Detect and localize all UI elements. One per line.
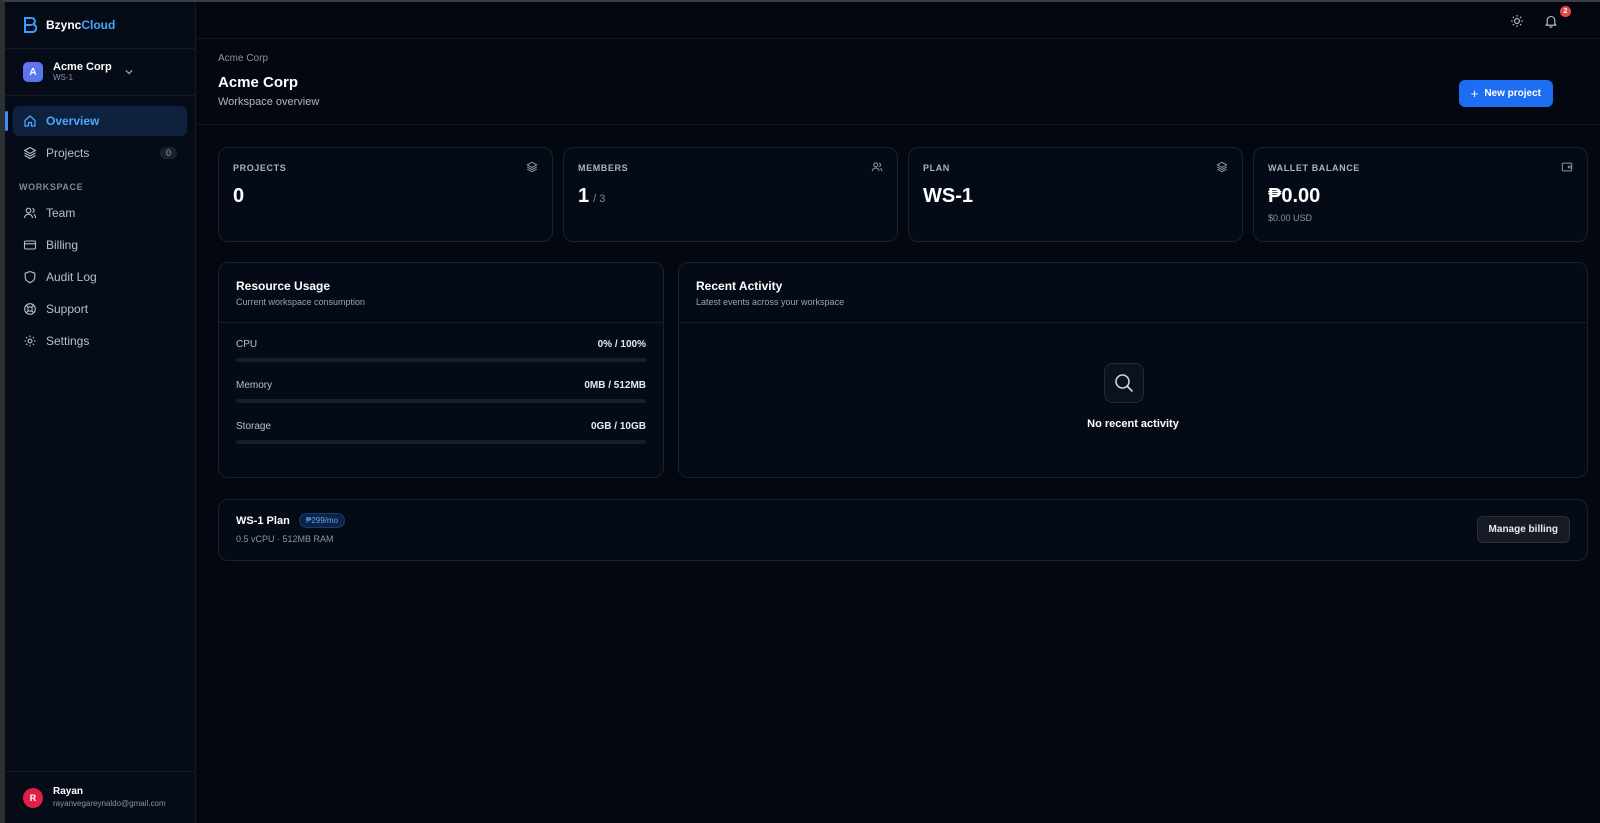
stat-label: PROJECTS bbox=[233, 163, 287, 173]
home-icon bbox=[24, 115, 36, 127]
stat-value: 1/ 3 bbox=[578, 185, 605, 208]
sidebar-item-audit-log[interactable]: Audit Log bbox=[13, 262, 187, 292]
usage-value: 0MB / 512MB bbox=[584, 380, 646, 391]
sidebar-item-projects[interactable]: Projects 0 bbox=[13, 138, 187, 168]
sidebar-item-label: Audit Log bbox=[46, 270, 97, 284]
topbar: 2 bbox=[196, 2, 1600, 39]
plus-icon: + bbox=[1470, 86, 1479, 101]
search-icon bbox=[1115, 374, 1133, 392]
price-badge: ₱299/mo bbox=[299, 513, 346, 528]
usage-value: 0% / 100% bbox=[597, 339, 646, 350]
brand-name-primary: Bzync bbox=[46, 18, 82, 32]
usage-bar bbox=[236, 440, 646, 444]
members-count: 1 bbox=[578, 185, 590, 207]
layers-icon bbox=[526, 161, 538, 173]
page-subtitle: Workspace overview bbox=[218, 96, 320, 108]
breadcrumb[interactable]: Acme Corp bbox=[218, 53, 268, 64]
sidebar-nav: Overview Projects 0 WORKSPACE Team Billi… bbox=[5, 96, 195, 356]
new-project-button[interactable]: + New project bbox=[1458, 80, 1553, 107]
stat-label: MEMBERS bbox=[578, 163, 629, 173]
gear-icon bbox=[24, 335, 36, 347]
usage-row-cpu: CPU 0% / 100% bbox=[236, 339, 646, 362]
stat-sub-value: $0.00 USD bbox=[1268, 213, 1313, 223]
usage-row-memory: Memory 0MB / 512MB bbox=[236, 380, 646, 403]
user-profile[interactable]: R Rayan rayanvegareynaldo@gmail.com bbox=[5, 771, 195, 823]
panel-title: Resource Usage bbox=[236, 279, 331, 293]
page-header: Acme Corp Acme Corp Workspace overview +… bbox=[196, 39, 1600, 125]
user-name: Rayan bbox=[53, 786, 84, 797]
stat-label: PLAN bbox=[923, 163, 950, 173]
workspace-switcher[interactable]: A Acme Corp WS-1 bbox=[5, 49, 195, 96]
stat-card-projects: PROJECTS 0 bbox=[218, 147, 553, 242]
avatar: R bbox=[23, 787, 43, 808]
sun-icon[interactable] bbox=[1510, 14, 1524, 28]
users-icon bbox=[23, 207, 37, 219]
empty-state-text: No recent activity bbox=[1087, 418, 1179, 430]
plan-specs: 0.5 vCPU · 512MB RAM bbox=[236, 534, 334, 544]
sidebar: BzyncCloud A Acme Corp WS-1 Overview Pro… bbox=[5, 2, 196, 823]
brand-name: BzyncCloud bbox=[46, 18, 115, 32]
stat-card-plan: PLAN WS-1 bbox=[908, 147, 1243, 242]
members-limit: / 3 bbox=[593, 193, 606, 205]
sidebar-item-label: Billing bbox=[46, 238, 79, 252]
stat-label: WALLET BALANCE bbox=[1268, 163, 1360, 173]
usage-bar bbox=[236, 399, 646, 403]
sidebar-item-settings[interactable]: Settings bbox=[13, 326, 187, 356]
sidebar-item-overview[interactable]: Overview bbox=[5, 106, 187, 136]
layers-icon bbox=[23, 146, 37, 160]
new-project-label: New project bbox=[1484, 88, 1541, 99]
panel-title: Recent Activity bbox=[696, 279, 783, 293]
usage-bar bbox=[236, 358, 646, 362]
projects-count-badge: 0 bbox=[159, 147, 177, 159]
sidebar-item-label: Overview bbox=[46, 114, 100, 128]
empty-state-icon-box bbox=[1104, 363, 1144, 403]
plan-card: WS-1 Plan ₱299/mo 0.5 vCPU · 512MB RAM M… bbox=[218, 499, 1588, 561]
usage-label: Storage bbox=[236, 421, 272, 432]
bell-icon[interactable] bbox=[1544, 14, 1558, 28]
sidebar-item-billing[interactable]: Billing bbox=[13, 230, 187, 260]
notification-badge: 2 bbox=[1560, 6, 1571, 17]
b-logo-icon bbox=[24, 17, 37, 33]
stat-card-members: MEMBERS 1/ 3 bbox=[563, 147, 898, 242]
brand-name-accent: Cloud bbox=[81, 18, 116, 32]
sidebar-item-team[interactable]: Team bbox=[13, 198, 187, 228]
resource-usage-panel: Resource Usage Current workspace consump… bbox=[218, 262, 664, 478]
workspace-id: WS-1 bbox=[53, 73, 73, 82]
usage-label: CPU bbox=[236, 339, 258, 350]
workspace-avatar: A bbox=[23, 62, 43, 82]
stat-card-wallet-balance: WALLET BALANCE ₱0.00 $0.00 USD bbox=[1253, 147, 1588, 242]
user-email: rayanvegareynaldo@gmail.com bbox=[53, 799, 166, 808]
workspace-section-label: WORKSPACE bbox=[19, 182, 84, 192]
manage-billing-button[interactable]: Manage billing bbox=[1476, 516, 1570, 543]
recent-activity-panel: Recent Activity Latest events across you… bbox=[678, 262, 1588, 478]
sidebar-item-label: Support bbox=[46, 302, 89, 316]
usage-row-storage: Storage 0GB / 10GB bbox=[236, 421, 646, 444]
panel-subtitle: Current workspace consumption bbox=[236, 297, 366, 307]
users-icon bbox=[871, 162, 883, 172]
stat-value: ₱0.00 bbox=[1268, 185, 1321, 207]
usage-value: 0GB / 10GB bbox=[590, 421, 646, 432]
life-buoy-icon bbox=[24, 303, 36, 315]
panel-subtitle: Latest events across your workspace bbox=[696, 297, 845, 307]
credit-card-icon bbox=[23, 240, 37, 250]
sidebar-item-label: Settings bbox=[46, 334, 90, 348]
stat-value: 0 bbox=[233, 185, 245, 207]
sidebar-item-label: Projects bbox=[46, 146, 90, 160]
layers-icon bbox=[1216, 161, 1228, 173]
brand[interactable]: BzyncCloud bbox=[5, 2, 195, 49]
chevron-down-icon[interactable] bbox=[124, 67, 134, 77]
sidebar-item-label: Team bbox=[46, 206, 76, 220]
wallet-icon bbox=[1561, 162, 1573, 172]
sidebar-item-support[interactable]: Support bbox=[13, 294, 187, 324]
workspace-name: Acme Corp bbox=[53, 61, 112, 73]
plan-title: WS-1 Plan bbox=[236, 515, 290, 527]
page-title: Acme Corp bbox=[218, 74, 299, 91]
shield-icon bbox=[24, 270, 36, 284]
stat-value: WS-1 bbox=[923, 185, 973, 207]
